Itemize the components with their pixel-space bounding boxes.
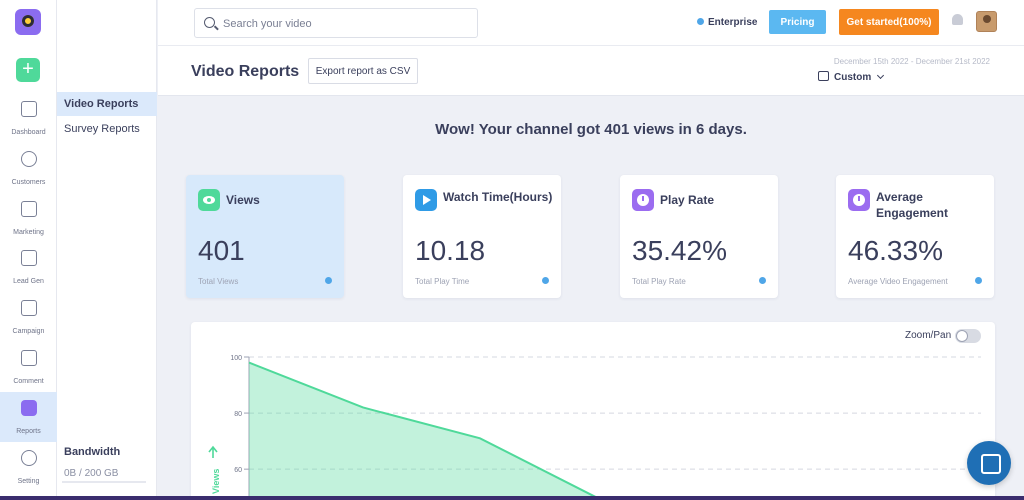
card-title: Views: [226, 193, 260, 207]
bell-icon[interactable]: [952, 14, 963, 25]
card-subtitle: Total Play Time: [415, 277, 470, 286]
export-csv-button[interactable]: Export report as CSV: [308, 58, 418, 84]
card-average-engagement[interactable]: Average Engagement 46.33% Average Video …: [836, 175, 994, 298]
rail-item-label: Campaign: [12, 328, 45, 335]
card-play-rate[interactable]: Play Rate 35.42% Total Play Rate: [620, 175, 778, 298]
reports-subnav: Video Reports Survey Reports Bandwidth 0…: [57, 0, 157, 500]
left-rail: + Dashboard Customers Marketing Lead Gen Cam…: [0, 0, 57, 500]
search-input[interactable]: [223, 15, 463, 33]
rail-item-label: Lead Gen: [13, 278, 44, 285]
ad-icon: [20, 300, 37, 316]
rail-item-label: Marketing: [13, 229, 44, 236]
calendar-icon: [818, 71, 829, 81]
plan-dot-icon: [697, 18, 704, 25]
rail-item-reports[interactable]: Reports: [0, 392, 57, 442]
user-icon: [20, 151, 37, 167]
rail-item-customers[interactable]: Customers: [0, 143, 57, 193]
reports-icon: [20, 400, 37, 416]
views-chart-panel: Zoom/Pan 100 80 60 Views: [191, 322, 995, 500]
plan-indicator: Enterprise: [697, 17, 757, 28]
card-title: Play Rate: [660, 193, 715, 207]
info-icon[interactable]: [325, 277, 332, 284]
range-select[interactable]: Custom: [818, 71, 885, 83]
top-bar: Enterprise Pricing Get started(100%): [158, 0, 1024, 46]
rail-item-label: Dashboard: [11, 129, 46, 136]
rail-item-label: Setting: [17, 478, 40, 485]
card-title: Average Engagement: [876, 190, 949, 220]
bandwidth-title: Bandwidth: [64, 446, 121, 458]
rail-item-lead-gen[interactable]: Lead Gen: [0, 242, 57, 292]
clock-icon: [848, 189, 870, 211]
arrow-up-icon: [208, 445, 218, 458]
rail-item-comment[interactable]: Comment: [0, 342, 57, 392]
dashboard-icon: [20, 101, 37, 117]
get-started-button[interactable]: Get started(100%): [839, 9, 939, 35]
card-title: Watch Time(Hours): [443, 190, 553, 204]
info-icon[interactable]: [542, 277, 549, 284]
y-tick-label: 80: [234, 411, 242, 418]
avatar[interactable]: [976, 11, 997, 32]
search-box[interactable]: [194, 8, 478, 38]
rail-item-label: Reports: [16, 428, 41, 435]
card-value: 46.33%: [848, 235, 943, 266]
add-button[interactable]: +: [16, 58, 40, 82]
info-icon[interactable]: [975, 277, 982, 284]
card-value: 401: [198, 235, 245, 266]
range-select-label: Custom: [834, 72, 872, 83]
marketing-icon: [20, 201, 37, 217]
y-axis-label: Views: [211, 469, 221, 494]
lead-gen-icon: [20, 250, 37, 266]
rail-item-setting[interactable]: Setting: [0, 442, 57, 492]
subnav-item-video-reports[interactable]: Video Reports: [57, 92, 157, 116]
summary-headline: Wow! Your channel got 401 views in 6 day…: [435, 121, 747, 138]
card-value: 10.18: [415, 235, 486, 266]
gear-icon: [20, 450, 37, 466]
card-subtitle: Total Play Rate: [632, 277, 686, 286]
bandwidth-bar: [62, 481, 146, 483]
subnav-item-survey-reports[interactable]: Survey Reports: [57, 117, 157, 141]
pricing-button[interactable]: Pricing: [769, 10, 826, 34]
info-icon[interactable]: [759, 277, 766, 284]
rail-item-dashboard[interactable]: Dashboard: [0, 93, 57, 143]
y-tick-label: 100: [230, 355, 242, 362]
rail-item-label: Customers: [11, 179, 46, 186]
date-range: December 15th 2022 - December 21st 2022: [833, 57, 990, 66]
page-title: Video Reports: [191, 63, 300, 80]
rail-item-label: Comment: [13, 378, 44, 385]
play-icon: [415, 189, 437, 211]
card-watch-time[interactable]: Watch Time(Hours) 10.18 Total Play Time: [403, 175, 561, 298]
eye-icon: [198, 189, 220, 211]
card-subtitle: Average Video Engagement: [848, 277, 948, 286]
rail-item-campaign[interactable]: Campaign: [0, 292, 57, 342]
comment-icon: [20, 350, 37, 366]
app-logo[interactable]: [15, 9, 41, 35]
y-tick-label: 60: [234, 467, 242, 474]
clock-icon: [632, 189, 654, 211]
bottom-strip: [0, 496, 1024, 500]
chevron-down-icon: [877, 71, 885, 80]
card-value: 35.42%: [632, 235, 727, 266]
bandwidth-value: 0B / 200 GB: [64, 468, 119, 479]
views-chart: 100 80 60 Views: [208, 355, 981, 500]
card-subtitle: Total Views: [198, 277, 239, 286]
chat-icon[interactable]: [967, 441, 1011, 485]
page-header: Video Reports Export report as CSV Decem…: [158, 46, 1024, 96]
card-views[interactable]: Views 401 Total Views: [186, 175, 344, 298]
search-icon: [204, 17, 215, 28]
rail-item-marketing[interactable]: Marketing: [0, 193, 57, 243]
plan-label: Enterprise: [708, 17, 758, 28]
